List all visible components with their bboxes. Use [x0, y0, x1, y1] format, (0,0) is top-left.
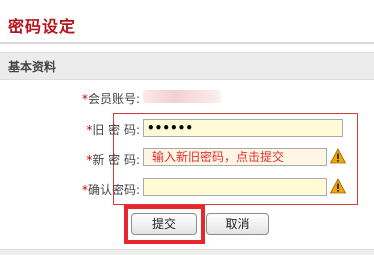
account-label-text: 会员账号:: [87, 92, 140, 106]
page-title: 密码设定: [8, 17, 77, 36]
account-value-redacted: [143, 90, 221, 103]
new-password-input[interactable]: 输入新旧密码，点击提交: [143, 148, 327, 166]
warning-triangle-icon: [330, 178, 346, 194]
section-title: 基本资料: [8, 60, 57, 74]
account-label: *会员账号:: [30, 90, 140, 107]
section-header-bar: [0, 52, 374, 80]
submit-button[interactable]: 提交: [131, 213, 197, 235]
old-password-input[interactable]: ••••••: [143, 119, 343, 137]
new-password-label: *新 密 码:: [30, 151, 140, 168]
new-password-label-text: 新 密 码:: [92, 153, 140, 167]
confirm-password-label-text: 确认密码:: [87, 183, 140, 197]
confirm-password-input[interactable]: [143, 178, 327, 196]
old-password-label: *旧 密 码:: [30, 121, 140, 138]
warning-triangle-icon: [330, 148, 346, 164]
cancel-button[interactable]: 取消: [206, 213, 269, 235]
bottom-divider: [0, 249, 374, 255]
title-divider: [0, 42, 374, 44]
confirm-password-label: *确认密码:: [30, 181, 140, 198]
old-password-value: ••••••: [147, 121, 194, 135]
new-password-hint: 输入新旧密码，点击提交: [152, 150, 285, 164]
old-password-label-text: 旧 密 码:: [92, 123, 140, 137]
